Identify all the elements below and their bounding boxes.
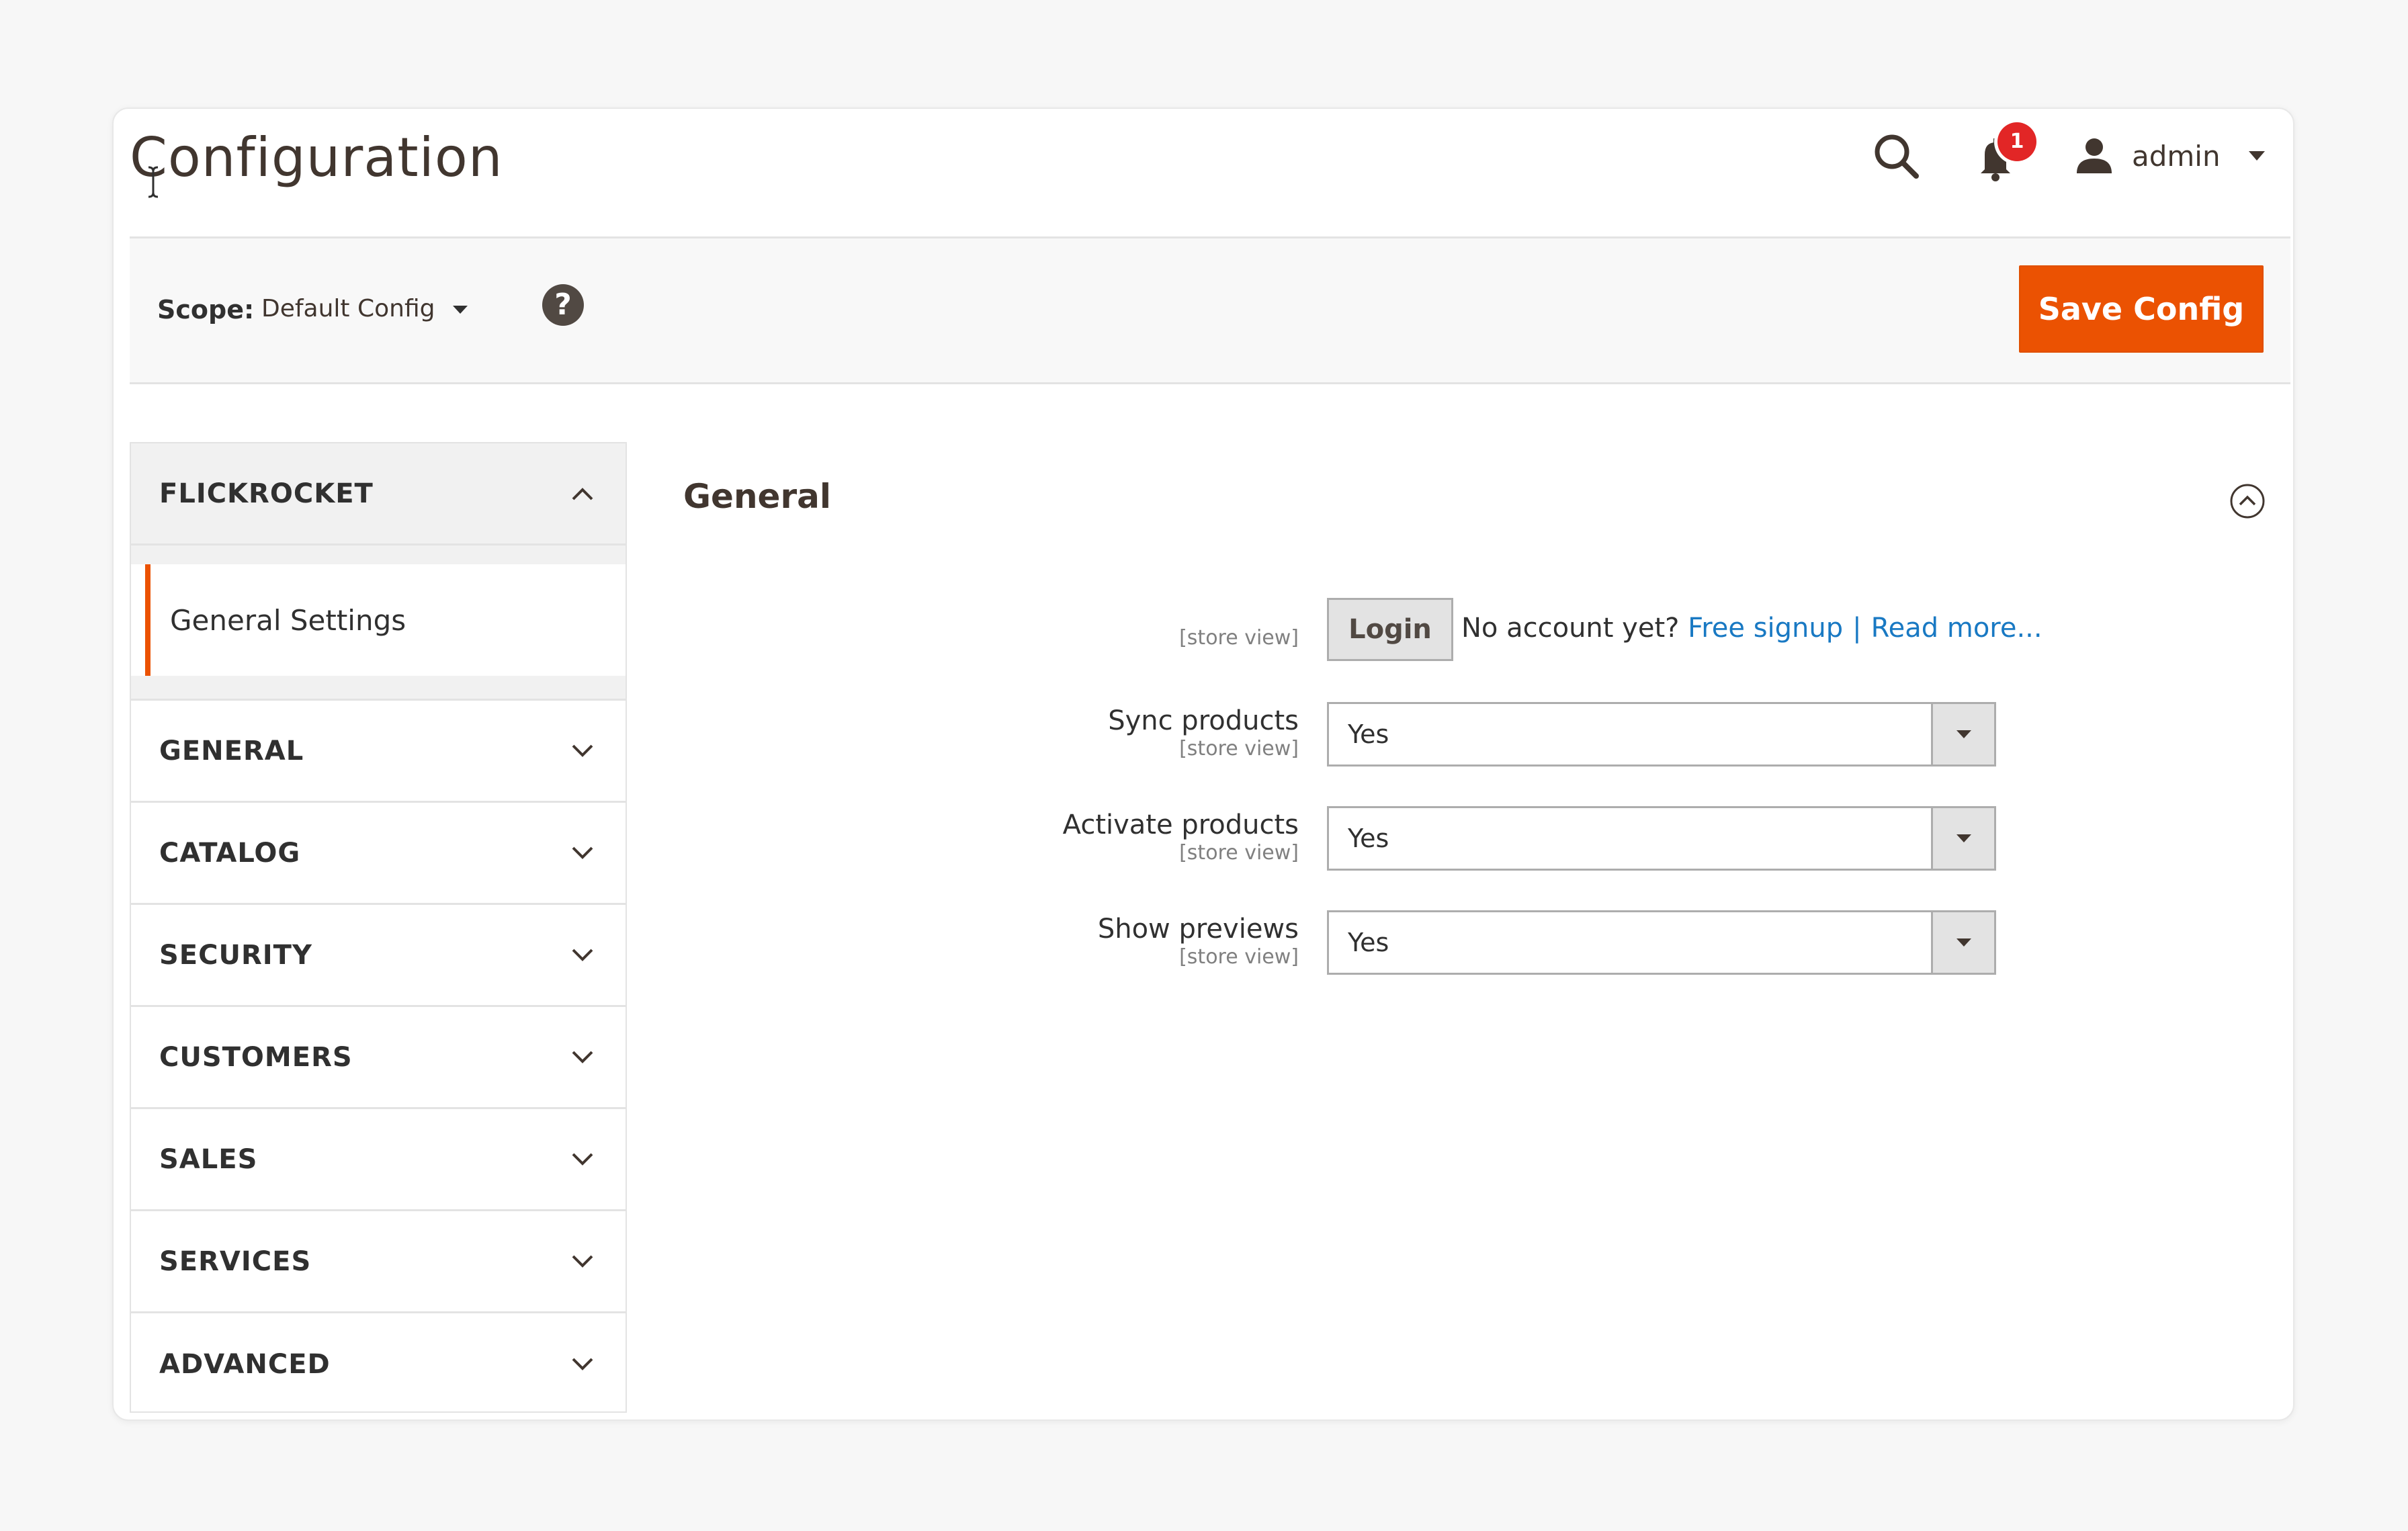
select-arrow bbox=[1931, 808, 1994, 869]
save-config-button[interactable]: Save Config bbox=[2019, 265, 2264, 353]
login-label-wrap: [store view] bbox=[802, 626, 1299, 650]
config-sidebar: FLICKROCKET General Settings GENERAL CAT… bbox=[130, 442, 627, 1413]
show-previews-select[interactable]: Yes bbox=[1327, 910, 1996, 975]
field-label-wrap: Sync products [store view] bbox=[802, 705, 1299, 761]
sidebar-item-general-settings[interactable]: General Settings bbox=[131, 564, 626, 676]
tab-customers[interactable]: CUSTOMERS bbox=[131, 1007, 626, 1109]
tab-label: SALES bbox=[159, 1143, 258, 1175]
field-scope: [store view] bbox=[1179, 737, 1299, 760]
tab-label: FLICKROCKET bbox=[159, 478, 374, 509]
tab-sales[interactable]: SALES bbox=[131, 1109, 626, 1211]
tab-label: GENERAL bbox=[159, 735, 304, 767]
tab-catalog[interactable]: CATALOG bbox=[131, 803, 626, 905]
free-signup-link[interactable]: Free signup bbox=[1688, 613, 1843, 644]
scope-label: Scope: bbox=[157, 295, 255, 324]
read-more-link[interactable]: Read more... bbox=[1871, 613, 2042, 644]
field-scope: [store view] bbox=[1179, 945, 1299, 969]
field-label: Show previews bbox=[1097, 914, 1299, 945]
page-title: Configuration bbox=[130, 126, 503, 189]
login-row: [store view] Login No account yet? Free … bbox=[802, 598, 2042, 665]
sync-products-select[interactable]: Yes bbox=[1327, 702, 1996, 767]
select-value: Yes bbox=[1348, 928, 1389, 957]
field-scope: [store view] bbox=[1179, 841, 1299, 865]
search-icon bbox=[1875, 134, 1919, 179]
flickrocket-submenu: General Settings bbox=[131, 545, 626, 701]
chevron-down-icon bbox=[572, 1358, 593, 1370]
field-label-wrap: Activate products [store view] bbox=[802, 809, 1299, 865]
no-account-text: No account yet? bbox=[1461, 613, 1680, 644]
field-show-previews: Show previews [store view] Yes bbox=[802, 910, 2011, 977]
sidebar-item-label: General Settings bbox=[170, 603, 406, 637]
chevron-down-icon bbox=[572, 1153, 593, 1166]
tab-security[interactable]: SECURITY bbox=[131, 905, 626, 1007]
caret-down-icon bbox=[2248, 151, 2265, 161]
activate-products-select[interactable]: Yes bbox=[1327, 806, 1996, 871]
help-icon[interactable]: ? bbox=[542, 284, 584, 326]
caret-down-icon bbox=[1956, 730, 1971, 738]
field-sync-products: Sync products [store view] Yes bbox=[802, 702, 2011, 769]
field-label-wrap: Show previews [store view] bbox=[802, 913, 1299, 969]
text-cursor-icon bbox=[148, 166, 159, 198]
field-label: Sync products bbox=[1108, 705, 1299, 736]
configuration-panel: Configuration 1 admin Scope: Default Con bbox=[112, 107, 2294, 1421]
tab-general[interactable]: GENERAL bbox=[131, 701, 626, 803]
chevron-down-icon bbox=[572, 949, 593, 961]
section-title: General bbox=[683, 477, 831, 516]
chevron-up-icon bbox=[572, 487, 593, 500]
tab-flickrocket[interactable]: FLICKROCKET bbox=[131, 443, 626, 545]
caret-down-icon bbox=[1956, 834, 1971, 842]
user-icon bbox=[2077, 138, 2112, 173]
caret-down-icon bbox=[452, 306, 468, 314]
caret-down-icon bbox=[1956, 938, 1971, 947]
tab-label: SECURITY bbox=[159, 939, 312, 971]
field-activate-products: Activate products [store view] Yes bbox=[802, 806, 2011, 873]
chevron-down-icon bbox=[572, 744, 593, 757]
field-label: Activate products bbox=[1062, 810, 1299, 840]
chevron-down-icon bbox=[572, 1255, 593, 1268]
tab-label: ADVANCED bbox=[159, 1349, 331, 1380]
select-arrow bbox=[1931, 912, 1994, 973]
tab-label: SERVICES bbox=[159, 1245, 312, 1277]
tab-services[interactable]: SERVICES bbox=[131, 1211, 626, 1313]
scope-bar: Scope: Default Config ? Save Config bbox=[130, 238, 2290, 384]
tab-advanced[interactable]: ADVANCED bbox=[131, 1313, 626, 1415]
tab-label: CUSTOMERS bbox=[159, 1041, 353, 1073]
link-separator: | bbox=[1852, 613, 1862, 644]
select-value: Yes bbox=[1348, 719, 1389, 749]
select-value: Yes bbox=[1348, 824, 1389, 853]
login-button[interactable]: Login bbox=[1327, 598, 1453, 661]
notification-count-badge: 1 bbox=[1997, 122, 2036, 161]
select-arrow bbox=[1931, 704, 1994, 764]
user-name: admin bbox=[2132, 139, 2221, 173]
chevron-down-icon bbox=[572, 846, 593, 859]
chevron-down-icon bbox=[572, 1051, 593, 1063]
field-scope: [store view] bbox=[1179, 626, 1299, 650]
user-menu[interactable]: admin bbox=[2074, 122, 2289, 189]
scope-value: Default Config bbox=[261, 294, 435, 322]
tab-label: CATALOG bbox=[159, 837, 301, 869]
collapse-section-icon[interactable] bbox=[2229, 482, 2266, 520]
scope-switcher[interactable]: Default Config bbox=[261, 290, 474, 327]
search-button[interactable] bbox=[1868, 128, 1926, 185]
login-note: No account yet? Free signup | Read more... bbox=[1461, 613, 2042, 644]
